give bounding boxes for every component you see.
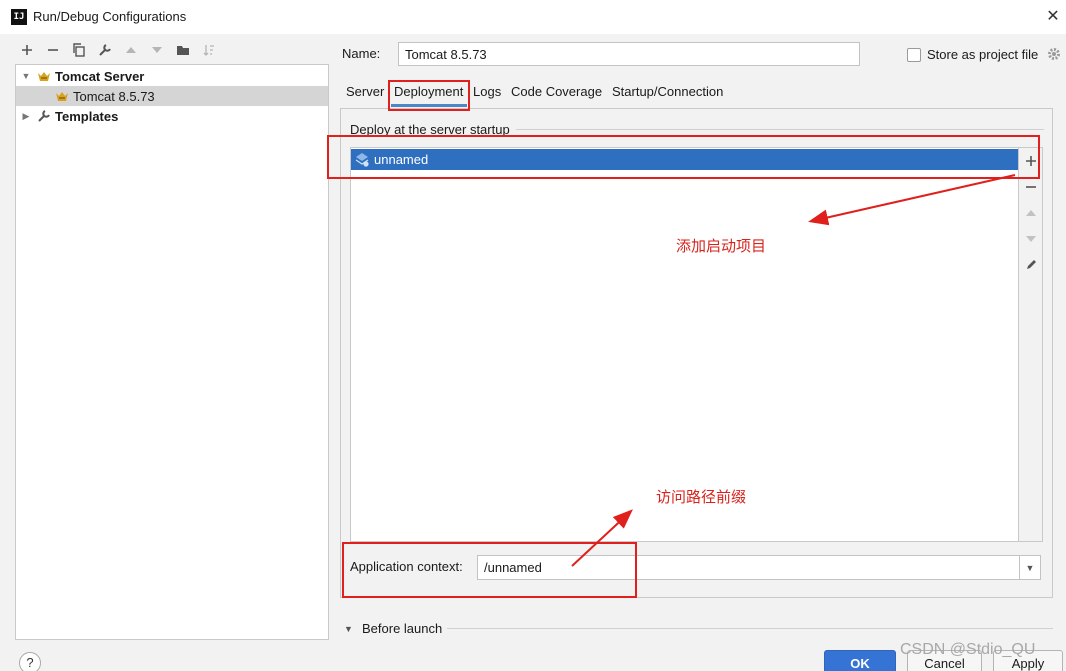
section-divider: [516, 129, 1044, 130]
store-as-project-label: Store as project file: [927, 47, 1039, 62]
remove-icon[interactable]: [40, 38, 66, 62]
watermark: CSDN @Stdio_QU: [900, 641, 1036, 658]
tomcat-icon: [54, 89, 70, 103]
intellij-app-icon: IJ: [11, 9, 27, 25]
tree-item-label: Templates: [55, 108, 119, 124]
expand-arrow-icon[interactable]: ▼: [20, 70, 32, 82]
close-button[interactable]: ✕: [1042, 6, 1064, 28]
remove-icon[interactable]: [1021, 177, 1041, 197]
tomcat-icon: [36, 69, 52, 83]
tab-server[interactable]: Server: [346, 84, 384, 104]
tree-item-label: Tomcat 8.5.73: [73, 88, 155, 104]
annotation-box-deploy-item: [327, 135, 1040, 179]
tree-item-templates[interactable]: ▶ Templates: [16, 106, 328, 126]
config-toolbar: [14, 38, 222, 62]
annotation-text-add-project: 添加启动项目: [676, 237, 767, 255]
wrench-icon: [36, 109, 52, 123]
configuration-tree: ▼ Tomcat Server Tomcat 8.5.73 ▶ Template…: [15, 64, 329, 640]
tree-item-tomcat-8-5-73[interactable]: Tomcat 8.5.73: [16, 86, 328, 106]
tree-item-label: Tomcat Server: [55, 68, 145, 84]
deployment-list[interactable]: [350, 147, 1019, 542]
collapse-arrow-icon[interactable]: ▶: [20, 110, 32, 122]
ok-button[interactable]: OK: [824, 650, 896, 671]
window-title: Run/Debug Configurations: [33, 9, 187, 24]
sort-icon[interactable]: [196, 38, 222, 62]
tree-item-tomcat-server[interactable]: ▼ Tomcat Server: [16, 66, 328, 86]
name-field[interactable]: [398, 42, 860, 66]
annotation-box-app-context: [342, 542, 637, 598]
copy-icon[interactable]: [66, 38, 92, 62]
gear-icon[interactable]: [1047, 47, 1061, 61]
name-label: Name:: [342, 46, 381, 61]
tab-logs[interactable]: Logs: [473, 84, 501, 104]
move-down-icon[interactable]: [144, 38, 170, 62]
move-up-icon[interactable]: [1021, 203, 1041, 223]
tab-code-coverage[interactable]: Code Coverage: [511, 84, 602, 104]
before-launch-toggle-icon[interactable]: ▼: [344, 624, 353, 634]
annotation-box-deployment-tab: [388, 80, 470, 111]
annotation-text-path-prefix: 访问路径前缀: [656, 488, 747, 506]
new-folder-icon[interactable]: [170, 38, 196, 62]
add-icon[interactable]: [14, 38, 40, 62]
wrench-icon[interactable]: [92, 38, 118, 62]
move-up-icon[interactable]: [118, 38, 144, 62]
before-launch-divider: [447, 628, 1053, 629]
help-button[interactable]: ?: [19, 652, 41, 671]
tab-startup-connection[interactable]: Startup/Connection: [612, 84, 723, 104]
store-as-project-checkbox[interactable]: [907, 48, 921, 62]
dropdown-arrow-icon[interactable]: ▼: [1019, 556, 1040, 579]
edit-pencil-icon[interactable]: [1021, 255, 1041, 275]
before-launch-label: Before launch: [362, 621, 443, 636]
move-down-icon[interactable]: [1021, 229, 1041, 249]
